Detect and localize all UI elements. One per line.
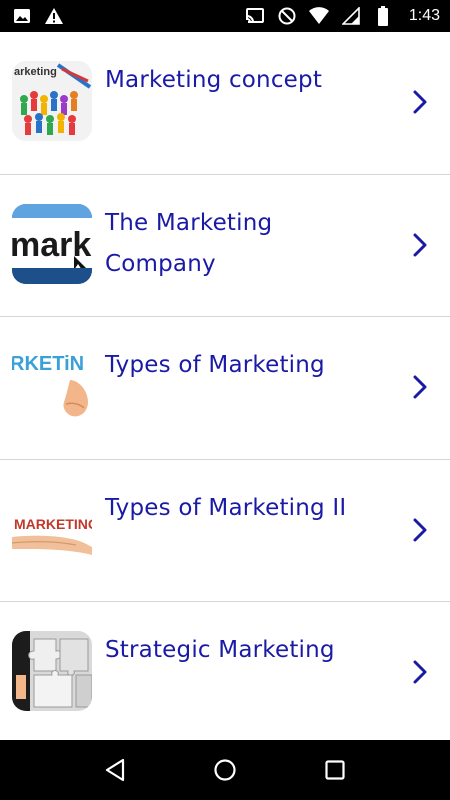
thumbnail-text: MARKETING xyxy=(14,516,92,532)
thumbnail-text: RKETiN xyxy=(12,353,84,375)
chevron-right-icon xyxy=(408,230,432,260)
marketing-keyboard-thumbnail: mark xyxy=(12,203,92,284)
back-icon[interactable] xyxy=(95,750,135,790)
list-item-types-of-marketing[interactable]: RKETiN Types of Marketing xyxy=(0,317,450,460)
chevron-right-icon xyxy=(408,515,432,545)
wifi-icon xyxy=(308,6,329,26)
chevron-right-icon xyxy=(408,87,432,117)
topic-list: arketing Marketing concept mark The Mark… xyxy=(0,32,450,745)
list-item-marketing-concept[interactable]: arketing Marketing concept xyxy=(0,32,450,175)
image-icon xyxy=(12,6,32,26)
list-item-title: Types of Marketing xyxy=(105,352,325,378)
recents-icon[interactable] xyxy=(315,750,355,790)
chevron-right-icon xyxy=(408,657,432,687)
list-item-title: Marketing concept xyxy=(105,67,323,93)
marketing-people-thumbnail: arketing xyxy=(12,61,92,141)
marketing-letters-thumbnail: MARKETING xyxy=(12,488,92,569)
cast-icon xyxy=(244,6,265,26)
do-not-disturb-icon xyxy=(277,6,297,26)
chevron-right-icon xyxy=(408,372,432,402)
status-right: 1:43 xyxy=(244,6,440,26)
list-item-the-marketing-company[interactable]: mark The Marketing Company xyxy=(0,175,450,317)
thumbnail-text: mark xyxy=(12,226,91,264)
puzzle-thumbnail xyxy=(12,631,92,711)
status-left xyxy=(12,6,64,26)
status-time: 1:43 xyxy=(408,7,440,24)
list-item-strategic-marketing[interactable]: Strategic Marketing xyxy=(0,602,450,745)
status-bar: 1:43 xyxy=(0,0,450,32)
home-icon[interactable] xyxy=(205,750,245,790)
navigation-bar xyxy=(0,740,450,800)
list-item-types-of-marketing-ii[interactable]: MARKETING Types of Marketing II xyxy=(0,460,450,602)
marketing-hand-thumbnail: RKETiN xyxy=(12,346,92,426)
warning-icon xyxy=(44,6,64,26)
list-item-title: Strategic Marketing xyxy=(105,637,335,663)
battery-icon xyxy=(373,6,393,26)
signal-icon xyxy=(341,6,361,26)
thumbnail-text: arketing xyxy=(14,66,57,78)
list-item-title: The Marketing Company xyxy=(105,209,273,277)
list-item-title: Types of Marketing II xyxy=(105,494,347,521)
